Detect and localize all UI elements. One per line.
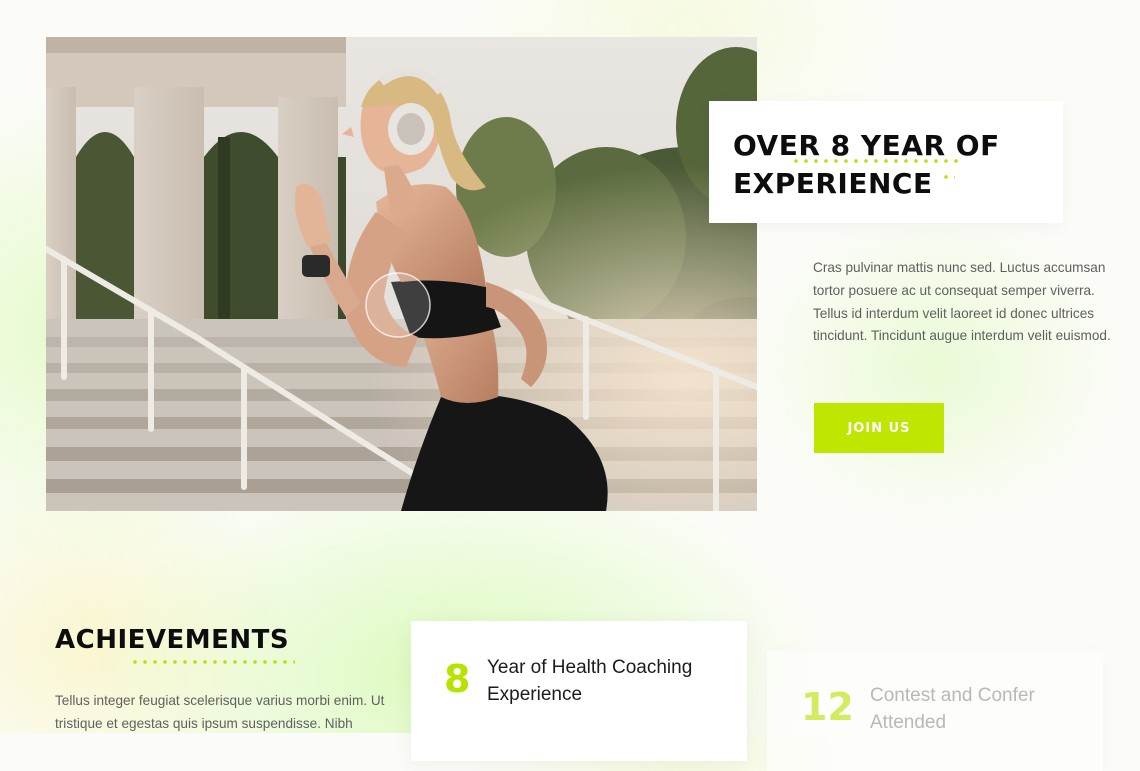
achievements-heading: ACHIEVEMENTS [55,625,290,655]
stat-number: 12 [801,685,854,729]
experience-heading-line2: EXPERIENCE [733,167,933,200]
experience-card: OVER 8 YEAR OF EXPERIENCE [709,101,1063,223]
experience-heading: OVER 8 YEAR OF EXPERIENCE [733,127,1000,203]
join-us-button[interactable]: JOIN US [814,403,944,453]
stat-number: 8 [444,657,471,701]
stat-label: Year of Health Coaching Experience [487,657,693,705]
stat-card: 8 Year of Health Coaching Experience [411,621,747,761]
experience-description: Cras pulvinar mattis nunc sed. Luctus ac… [813,260,1111,344]
experience-heading-line1: OVER 8 YEAR OF [733,129,1000,162]
stat-label: Contest and Confer Attended [870,685,1035,733]
decorative-dots [130,659,295,665]
achievements-text: Tellus integer feugiat scelerisque variu… [55,693,385,731]
hero-image [46,37,757,511]
stat-card: 12 Contest and Confer Attended [767,651,1103,771]
